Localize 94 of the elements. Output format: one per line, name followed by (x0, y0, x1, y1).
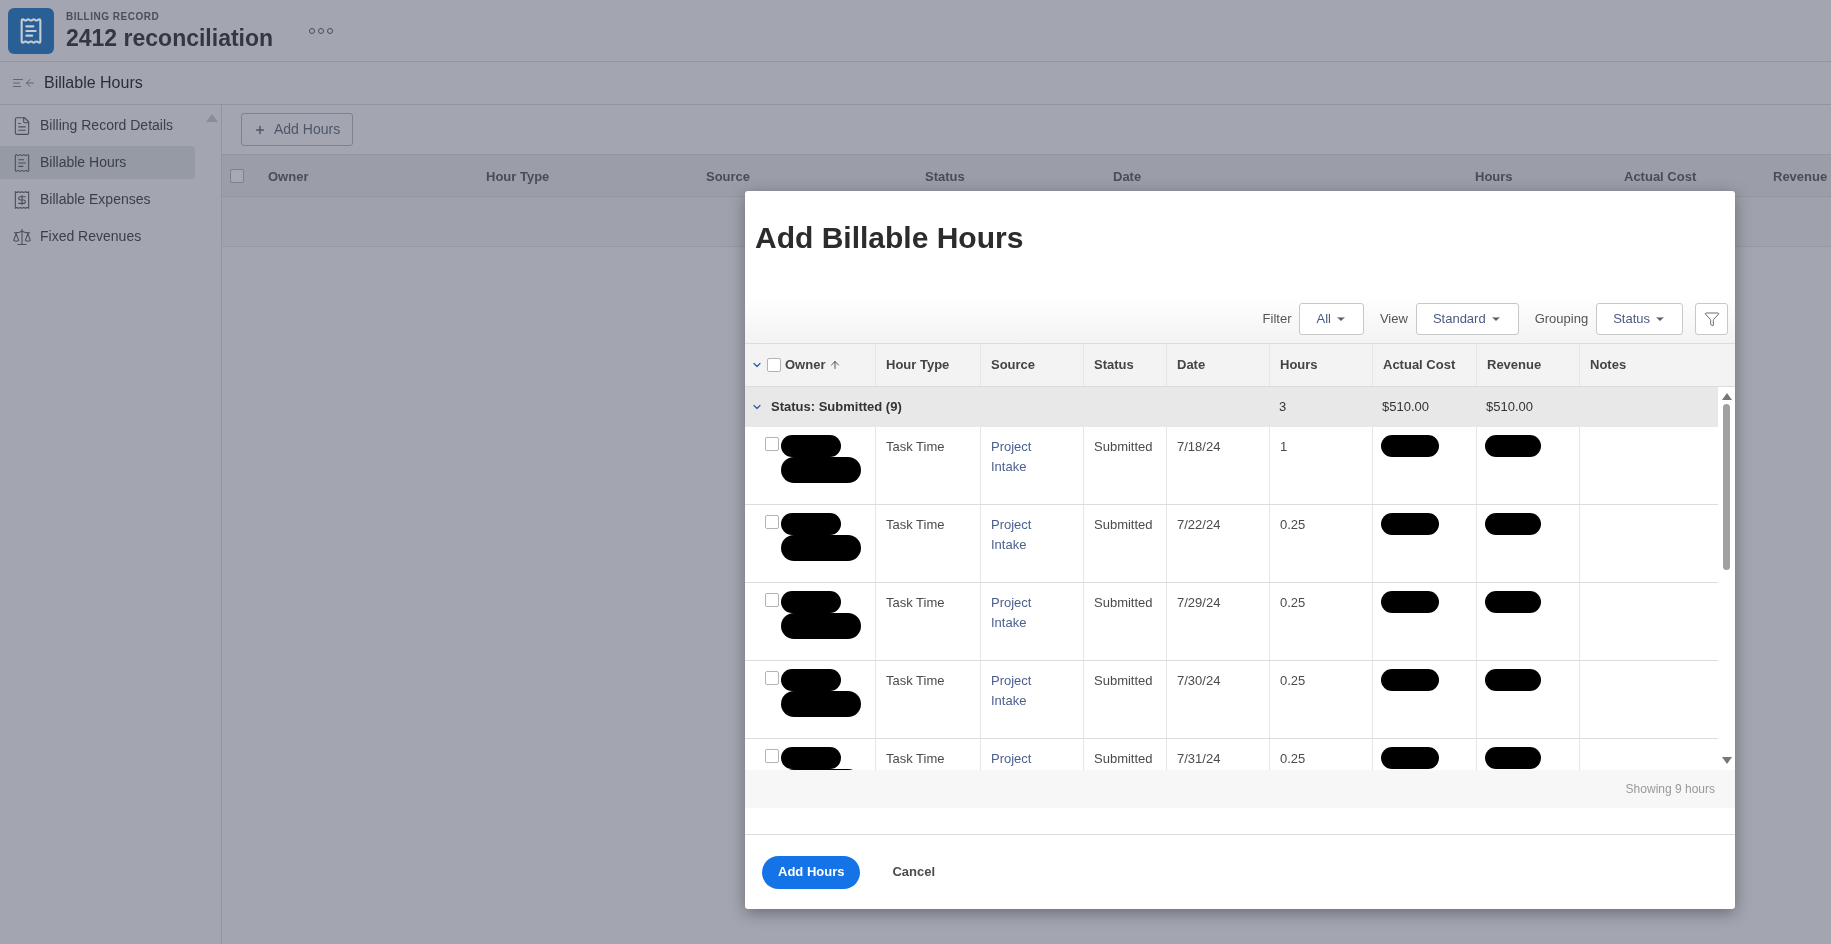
group-hours-total: 3 (1279, 399, 1287, 415)
sidebar-item[interactable]: Fixed Revenues (0, 220, 195, 253)
dropdown-button[interactable]: Standard (1415, 303, 1519, 335)
hour-type-cell: Task Time (886, 595, 945, 610)
date-cell: 7/18/24 (1177, 439, 1221, 454)
redaction-mark (1485, 669, 1541, 691)
section-title: Billable Hours (44, 73, 143, 93)
cancel-button[interactable]: Cancel (884, 855, 944, 889)
column-header[interactable]: Source (991, 355, 1036, 375)
hour-type-cell: Task Time (886, 673, 945, 688)
status-cell: Submitted (1094, 751, 1153, 766)
control-label: View (1379, 310, 1408, 329)
hours-cell: 0.25 (1280, 595, 1306, 610)
plus-icon (254, 123, 266, 136)
scroll-up-icon[interactable] (206, 114, 218, 122)
control-label: Grouping (1534, 310, 1589, 329)
sidebar-item[interactable]: Billable Expenses (0, 183, 195, 216)
filter-icon[interactable] (1695, 303, 1728, 335)
column-header[interactable]: Hours (1280, 355, 1318, 375)
group-cost-total: $510.00 (1382, 399, 1429, 415)
hour-type-cell: Task Time (886, 751, 945, 766)
date-cell: 7/30/24 (1177, 673, 1221, 688)
column-header[interactable]: Owner (785, 355, 842, 375)
column-header: Hour Type (486, 168, 550, 184)
redaction-mark (1485, 435, 1541, 457)
dialog-title: Add Billable Hours (755, 221, 1024, 254)
record-title: 2412 reconciliation (66, 23, 274, 53)
hours-cell: 0.25 (1280, 517, 1306, 532)
sidebar-item[interactable]: Billing Record Details (0, 109, 195, 142)
date-cell: 7/22/24 (1177, 517, 1221, 532)
column-header[interactable]: Hour Type (886, 355, 950, 375)
redaction-mark (1381, 747, 1439, 769)
date-cell: 7/29/24 (1177, 595, 1221, 610)
sidebar-item[interactable]: Billable Hours (0, 146, 195, 179)
column-header: Hours (1475, 168, 1513, 184)
checkbox[interactable] (767, 358, 781, 372)
hours-cell: 0.25 (1280, 673, 1306, 688)
column-header: Actual Cost (1624, 168, 1697, 184)
column-header: Owner (268, 168, 309, 184)
hour-type-cell: Task Time (886, 439, 945, 454)
receipt-icon (12, 152, 32, 173)
dropdown-button[interactable]: Status (1596, 303, 1683, 335)
hours-cell: 1 (1280, 439, 1288, 454)
source-link[interactable]: Project (991, 749, 1032, 769)
column-header[interactable]: Status (1094, 355, 1134, 375)
source-link[interactable]: Project Intake (991, 437, 1051, 477)
column-header: Source (706, 168, 751, 184)
date-cell: 7/31/24 (1177, 751, 1221, 766)
source-link[interactable]: Project Intake (991, 671, 1051, 711)
hour-type-cell: Task Time (886, 517, 945, 532)
checkbox[interactable] (765, 593, 779, 607)
redaction-mark (781, 591, 841, 613)
record-type-label: BILLING RECORD (66, 9, 161, 24)
column-header: Status (925, 168, 965, 184)
redaction-mark (781, 435, 841, 457)
column-header[interactable]: Notes (1590, 355, 1627, 375)
status-cell: Submitted (1094, 517, 1153, 532)
group-revenue-total: $510.00 (1486, 399, 1533, 415)
redaction-mark (1381, 435, 1439, 457)
status-cell: Submitted (1094, 595, 1153, 610)
dropdown-button[interactable]: All (1299, 303, 1364, 335)
checkbox[interactable] (765, 749, 779, 763)
column-header: Date (1113, 168, 1142, 184)
redaction-mark (1381, 669, 1439, 691)
column-header[interactable]: Date (1177, 355, 1206, 375)
group-label: Status: Submitted (9) (771, 398, 902, 417)
column-header[interactable]: Actual Cost (1383, 355, 1456, 375)
redaction-mark (1485, 591, 1541, 613)
scale-icon (12, 226, 32, 247)
group-row[interactable]: Status: Submitted (9) 3 $510.00 $510.00 (745, 387, 1718, 427)
document-icon (12, 115, 32, 136)
add-hours-button[interactable]: Add Hours (762, 855, 861, 889)
redaction-mark (1381, 591, 1439, 613)
results-count: Showing 9 hours (1625, 781, 1715, 798)
app-logo (8, 7, 54, 54)
hours-cell: 0.25 (1280, 751, 1306, 766)
status-cell: Submitted (1094, 673, 1153, 688)
redaction-mark (1485, 747, 1541, 769)
source-link[interactable]: Project Intake (991, 593, 1051, 633)
redaction-mark (1485, 513, 1541, 535)
redaction-mark (1381, 513, 1439, 535)
checkbox[interactable] (765, 515, 779, 529)
control-label: Filter (1262, 310, 1292, 329)
sort-ascending-icon[interactable] (829, 359, 842, 371)
checkbox[interactable] (765, 671, 779, 685)
status-cell: Submitted (1094, 439, 1153, 454)
redaction-mark (781, 513, 841, 535)
column-header: Revenue (1773, 168, 1828, 184)
column-header[interactable]: Revenue (1487, 355, 1542, 375)
redaction-mark (781, 669, 841, 691)
receipt-icon (12, 189, 32, 210)
checkbox[interactable] (230, 168, 244, 183)
checkbox[interactable] (765, 437, 779, 451)
source-link[interactable]: Project Intake (991, 515, 1051, 555)
